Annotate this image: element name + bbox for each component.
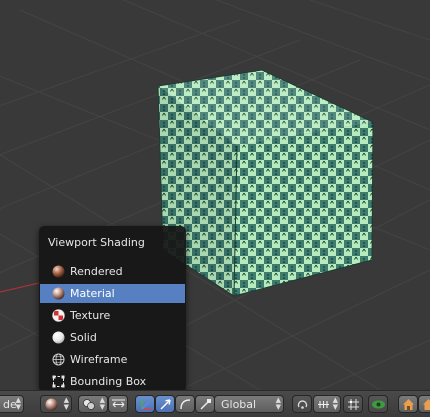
manipulator-toggle[interactable] <box>135 395 155 413</box>
render-icon <box>423 399 430 410</box>
proportional-edit-button[interactable] <box>292 395 312 413</box>
rendered-sphere-icon <box>52 265 65 278</box>
viewport-header: de ▲ ▼ ▲ ▼ ▲ ▼ Global ▲ ▼ ▲ ▼ <box>0 390 430 417</box>
viewport-shading-menu: Viewport Shading Rendered Material Textu… <box>39 226 186 392</box>
viewport-shading-button[interactable]: ▲ ▼ <box>40 395 72 413</box>
updown-arrows-icon: ▲ ▼ <box>332 396 338 411</box>
menu-item-label: Material <box>70 287 115 300</box>
menu-item-label: Texture <box>70 309 111 322</box>
menu-item-texture[interactable]: Texture <box>40 306 185 325</box>
mode-selector[interactable]: de ▲ ▼ <box>0 395 24 413</box>
menu-item-label: Solid <box>70 331 97 344</box>
home-icon <box>403 399 414 410</box>
snap-increment-icon <box>318 401 329 408</box>
menu-item-wireframe[interactable]: Wireframe <box>40 350 185 369</box>
menu-item-label: Bounding Box <box>70 375 147 388</box>
eye-icon <box>372 400 385 409</box>
pivot-point-button[interactable]: ▲ ▼ <box>78 395 108 413</box>
rotate-arc-icon <box>180 399 191 410</box>
updown-arrows-icon: ▲ ▼ <box>63 396 69 411</box>
updown-arrows-icon: ▲ ▼ <box>275 396 281 411</box>
proportional-edit-icon <box>297 400 308 409</box>
solid-sphere-icon <box>52 331 65 344</box>
menu-item-label: Wireframe <box>70 353 128 366</box>
textured-cube <box>157 69 374 297</box>
translate-arrow-icon <box>160 399 171 410</box>
menu-item-solid[interactable]: Solid <box>40 328 185 347</box>
updown-arrows-icon: ▲ ▼ <box>15 396 21 411</box>
translate-manipulator-button[interactable] <box>155 395 175 413</box>
snap-element-select[interactable]: ▲ ▼ <box>313 395 341 413</box>
rotate-manipulator-button[interactable] <box>175 395 195 413</box>
pivot-point-icon <box>83 399 95 410</box>
transform-orientation-value: Global <box>221 398 257 411</box>
snap-toggle-button[interactable] <box>343 395 363 413</box>
menu-item-label: Rendered <box>70 265 123 278</box>
bounding-box-icon <box>52 375 65 388</box>
render-preview-button[interactable] <box>418 395 430 413</box>
material-sphere-icon <box>52 287 65 300</box>
menu-item-rendered[interactable]: Rendered <box>40 262 185 281</box>
wireframe-sphere-icon <box>52 353 65 366</box>
material-sphere-icon <box>45 398 58 411</box>
menu-item-material[interactable]: Material <box>40 284 185 303</box>
menu-title: Viewport Shading <box>48 236 145 249</box>
scale-box-icon <box>200 399 211 410</box>
menu-item-bounding-box[interactable]: Bounding Box <box>40 372 185 391</box>
transform-orientation-select[interactable]: Global ▲ ▼ <box>214 395 284 413</box>
home-render-button[interactable] <box>398 395 418 413</box>
updown-arrows-icon: ▲ ▼ <box>99 396 105 411</box>
scale-manipulator-button[interactable] <box>195 395 215 413</box>
snap-grid-icon <box>348 399 359 410</box>
texture-checker-icon <box>52 309 65 322</box>
transform-manipulator-icon <box>140 399 151 410</box>
layer-visibility-button[interactable] <box>368 395 388 413</box>
manipulate-center-icon <box>112 399 125 408</box>
pivot-center-toggle[interactable] <box>108 395 128 413</box>
